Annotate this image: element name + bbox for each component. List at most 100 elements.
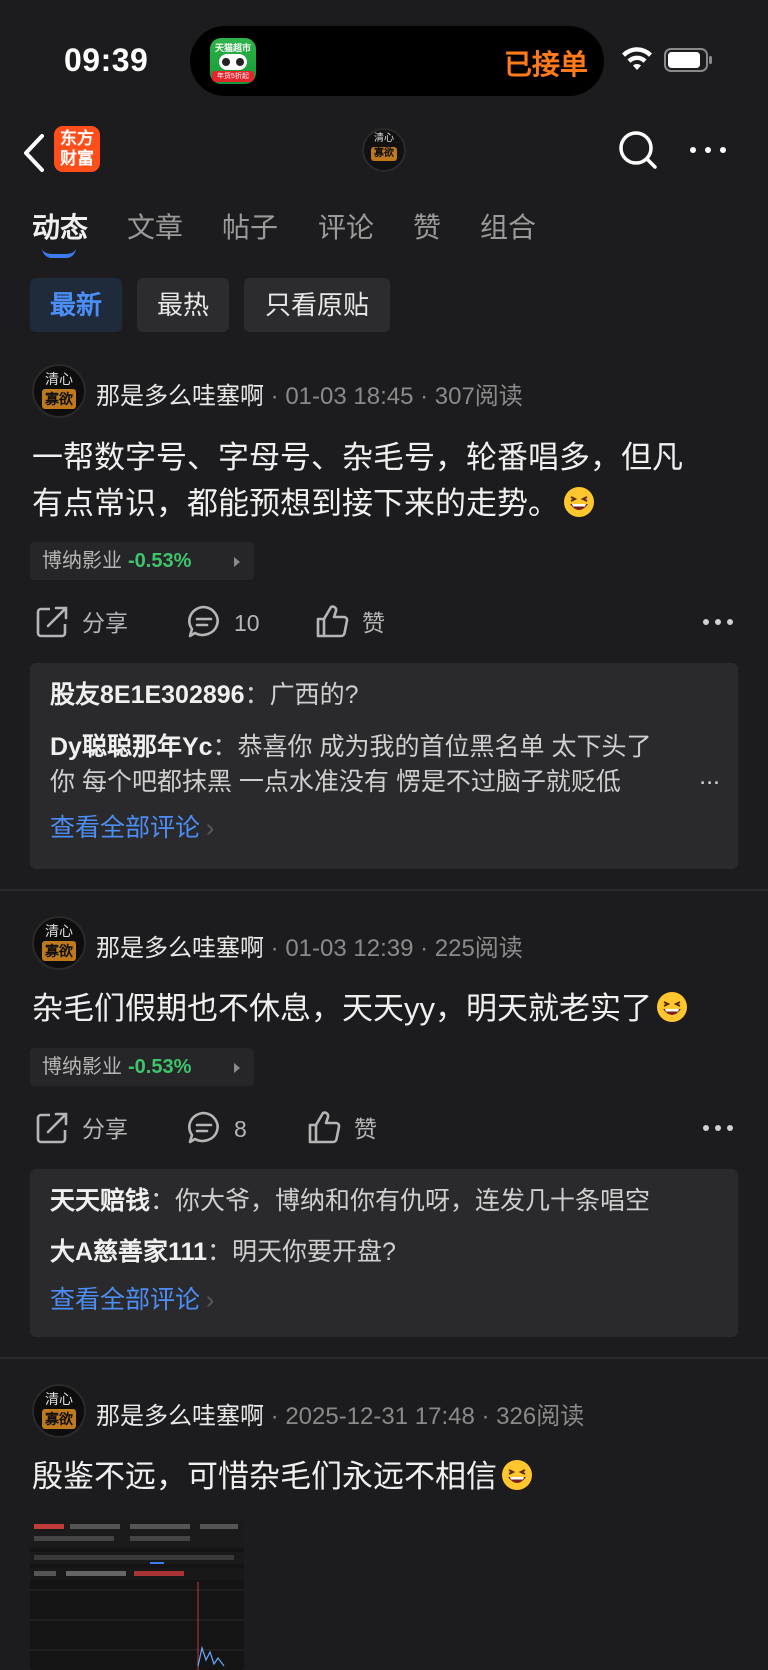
like-button[interactable]: 赞 bbox=[306, 1106, 386, 1152]
status-time: 09:39 bbox=[64, 42, 149, 78]
post-content[interactable]: 杂毛们假期也不休息，天天yy，明天就老实了 bbox=[32, 986, 732, 1032]
comment-text: ：明天你要开盘? bbox=[207, 1238, 396, 1266]
dynamic-island[interactable]: 天猫超市 年货5折起 已接单 bbox=[190, 26, 604, 96]
comment-text: ：恭喜你 成为我的首位黑名单 太下头了 bbox=[212, 733, 652, 761]
view-all-comments-link[interactable]: 查看全部评论 › bbox=[50, 1280, 214, 1316]
tab-portfolio[interactable]: 组合 bbox=[480, 206, 536, 246]
post-meta-line: 那是多么哇塞啊 · 01-03 12:39 · 225阅读 bbox=[96, 928, 523, 963]
tab-likes[interactable]: 赞 bbox=[413, 206, 441, 246]
like-label: 赞 bbox=[362, 610, 385, 636]
stock-name: 博纳影业 bbox=[42, 550, 122, 572]
battery-icon bbox=[664, 48, 712, 72]
share-icon bbox=[36, 606, 68, 638]
author-avatar[interactable]: 清心 寡欲 bbox=[32, 1384, 86, 1438]
like-icon bbox=[308, 1111, 341, 1144]
filter-hottest[interactable]: 最热 bbox=[137, 278, 229, 332]
stock-change: -0.53% bbox=[128, 550, 192, 572]
like-label: 赞 bbox=[354, 1116, 377, 1142]
comment-icon bbox=[188, 1111, 219, 1144]
post-more-icon[interactable] bbox=[700, 614, 740, 630]
active-tab-indicator bbox=[42, 248, 76, 258]
post-more-icon[interactable] bbox=[700, 1120, 740, 1136]
avatar-text-top: 清心 bbox=[45, 1391, 73, 1407]
back-chevron-icon[interactable] bbox=[18, 128, 52, 178]
post-meta: · 2025-12-31 17:48 · 326阅读 bbox=[264, 1403, 585, 1430]
status-bar: 09:39 天猫超市 年货5折起 已接单 bbox=[0, 0, 768, 118]
stock-arrow-icon bbox=[234, 557, 240, 567]
stock-change: -0.53% bbox=[128, 1056, 192, 1078]
comment-ellipsis: ... bbox=[699, 762, 720, 790]
avatar-text-top: 清心 bbox=[45, 371, 73, 387]
like-button[interactable]: 赞 bbox=[314, 600, 394, 646]
laugh-emoji-icon bbox=[657, 992, 687, 1022]
post-content[interactable]: 一帮数字号、字母号、杂毛号，轮番唱多，但凡 有点常识，都能预想到接下来的走势。 bbox=[32, 435, 732, 527]
avatar-text-top: 清心 bbox=[45, 923, 73, 939]
comment-line-continued: 你 每个吧都抹黑 一点水准没有 愣是不过脑子就贬低 bbox=[50, 768, 621, 796]
comment-icon bbox=[188, 605, 219, 638]
comment-line: 股友8E1E302896：广西的? bbox=[50, 675, 722, 715]
comment-button[interactable]: 10 bbox=[186, 600, 266, 646]
commenter-name[interactable]: 大A慈善家111 bbox=[50, 1238, 207, 1266]
tmall-app-icon: 天猫超市 年货5折起 bbox=[210, 38, 256, 84]
post-divider bbox=[0, 1357, 768, 1359]
author-name[interactable]: 那是多么哇塞啊 bbox=[96, 935, 264, 962]
comments-preview[interactable]: 天天赔钱：你大爷，博纳和你有仇呀，连发几十条唱空 大A慈善家111：明天你要开盘… bbox=[30, 1169, 738, 1337]
commenter-name[interactable]: 天天赔钱 bbox=[50, 1187, 150, 1215]
sort-filters: 最新 最热 只看原贴 bbox=[0, 278, 768, 334]
avatar-text-top: 清心 bbox=[374, 133, 394, 144]
commenter-name[interactable]: 股友8E1E302896 bbox=[50, 681, 245, 709]
filter-original-only[interactable]: 只看原贴 bbox=[244, 278, 390, 332]
view-all-label: 查看全部评论 bbox=[50, 814, 201, 842]
post-content[interactable]: 殷鉴不远，可惜杂毛们永远不相信 bbox=[32, 1454, 732, 1500]
avatar-text-bottom: 寡欲 bbox=[42, 941, 76, 961]
stock-tag[interactable]: 博纳影业 -0.53% bbox=[30, 1048, 254, 1086]
comments-preview[interactable]: 股友8E1E302896：广西的? Dy聪聪那年Yc：恭喜你 成为我的首位黑名单… bbox=[30, 663, 738, 869]
author-name[interactable]: 那是多么哇塞啊 bbox=[96, 383, 264, 410]
tab-articles[interactable]: 文章 bbox=[127, 206, 183, 246]
tab-comments[interactable]: 评论 bbox=[318, 206, 374, 246]
laugh-emoji-icon bbox=[564, 487, 594, 517]
comment-text: ：你大爷，博纳和你有仇呀，连发几十条唱空 bbox=[150, 1187, 651, 1215]
share-label: 分享 bbox=[82, 610, 128, 636]
filter-latest[interactable]: 最新 bbox=[30, 278, 122, 332]
laugh-emoji-icon bbox=[502, 1460, 532, 1490]
author-avatar[interactable]: 清心 寡欲 bbox=[32, 916, 86, 970]
island-app-top-text: 天猫超市 bbox=[214, 43, 251, 53]
stock-arrow-icon bbox=[234, 1063, 240, 1073]
post-content-line: 一帮数字号、字母号、杂毛号，轮番唱多，但凡 bbox=[32, 440, 683, 475]
view-all-label: 查看全部评论 bbox=[50, 1286, 201, 1314]
comment-line: 天天赔钱：你大爷，博纳和你有仇呀，连发几十条唱空 bbox=[50, 1181, 722, 1221]
nav-user-avatar[interactable]: 清心 寡欲 bbox=[362, 128, 406, 172]
post-content-line: 有点常识，都能预想到接下来的走势。 bbox=[32, 486, 559, 521]
comment-count: 8 bbox=[234, 1116, 247, 1142]
avatar-text-bottom: 寡欲 bbox=[42, 389, 76, 409]
post-actions: 分享 10 赞 bbox=[0, 600, 768, 646]
more-dots-icon[interactable] bbox=[688, 138, 728, 162]
share-label: 分享 bbox=[82, 1116, 128, 1142]
author-avatar[interactable]: 清心 寡欲 bbox=[32, 364, 86, 418]
commenter-name[interactable]: Dy聪聪那年Yc bbox=[50, 733, 213, 761]
author-name[interactable]: 那是多么哇塞啊 bbox=[96, 1403, 264, 1430]
share-icon bbox=[36, 1112, 68, 1144]
eastmoney-logo[interactable]: 东方 财富 bbox=[54, 126, 100, 172]
island-status-text: 已接单 bbox=[503, 49, 588, 80]
comment-text: ：广西的? bbox=[244, 681, 359, 709]
stock-tag[interactable]: 博纳影业 -0.53% bbox=[30, 542, 254, 580]
comment-button[interactable]: 8 bbox=[186, 1106, 266, 1152]
profile-tabs: 动态 文章 帖子 评论 赞 组合 bbox=[0, 192, 768, 270]
post-divider bbox=[0, 889, 768, 891]
comment-line: 大A慈善家111：明天你要开盘? bbox=[50, 1232, 722, 1272]
like-icon bbox=[316, 605, 349, 638]
post-meta: · 01-03 12:39 · 225阅读 bbox=[264, 935, 523, 962]
avatar-text-bottom: 寡欲 bbox=[42, 1409, 76, 1429]
share-button[interactable]: 分享 bbox=[34, 1106, 134, 1152]
top-nav-bar: 东方 财富 清心 寡欲 bbox=[0, 118, 768, 192]
share-button[interactable]: 分享 bbox=[34, 600, 134, 646]
tab-posts[interactable]: 帖子 bbox=[222, 206, 278, 246]
stock-chart-thumbnail[interactable] bbox=[30, 1520, 244, 1670]
search-icon[interactable] bbox=[616, 126, 660, 174]
post-content-line: 杂毛们假期也不休息，天天yy，明天就老实了 bbox=[32, 991, 652, 1026]
view-all-comments-link[interactable]: 查看全部评论 › bbox=[50, 808, 214, 844]
comment-line: Dy聪聪那年Yc：恭喜你 成为我的首位黑名单 太下头了 bbox=[50, 727, 722, 767]
tab-dynamic[interactable]: 动态 bbox=[32, 206, 88, 246]
